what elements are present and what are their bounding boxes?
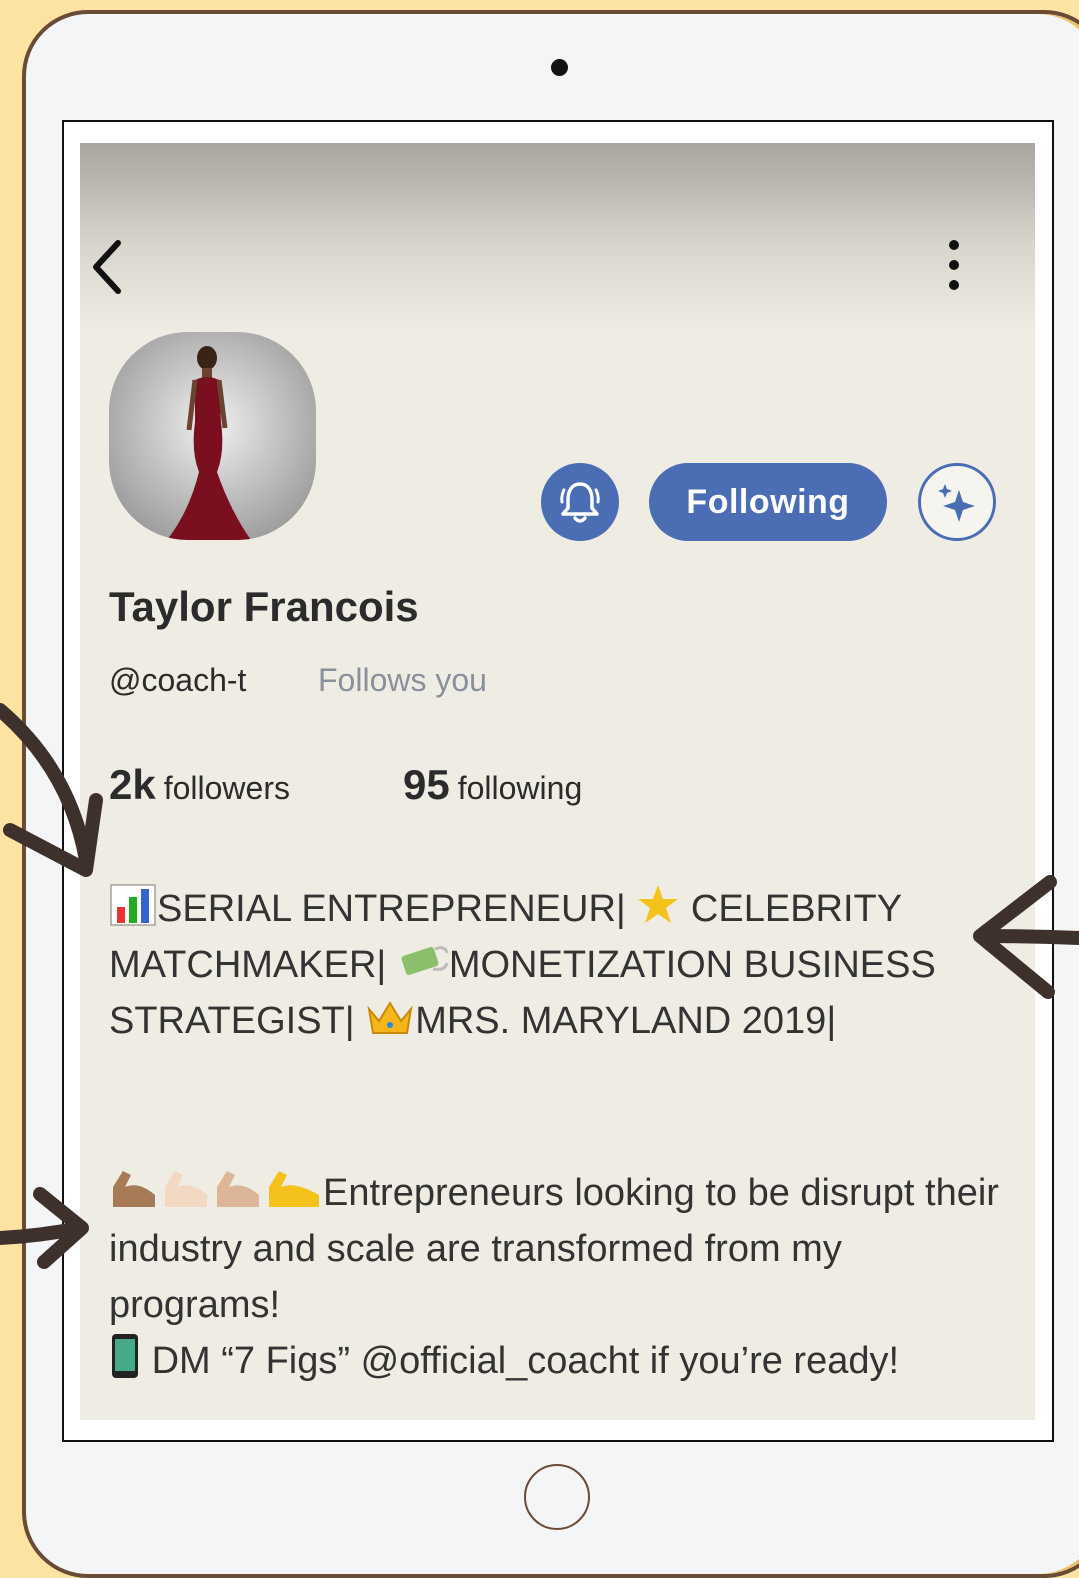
bio-paragraph-2: Entrepreneurs looking to be disrupt thei… — [109, 1165, 1009, 1389]
back-chevron-icon[interactable] — [86, 237, 126, 297]
follows-you-label: Follows you — [318, 662, 487, 698]
ai-sparkle-button[interactable] — [918, 463, 996, 541]
money-emoji — [401, 946, 449, 975]
followers-label: followers — [163, 770, 290, 806]
header-bar — [80, 143, 1035, 333]
crown-emoji — [367, 1001, 413, 1034]
arrow-right — [973, 875, 1079, 999]
home-button[interactable] — [524, 1464, 590, 1530]
bio-dm-text: DM “7 Figs” @official_coacht if you’re r… — [151, 1340, 900, 1382]
following-stat[interactable]: 95 following — [403, 761, 582, 809]
followers-stat[interactable]: 2k followers — [109, 761, 290, 809]
more-vertical-icon[interactable] — [942, 237, 966, 297]
followers-count: 2k — [109, 761, 156, 808]
flexed-biceps-emoji — [113, 1171, 319, 1207]
bio-paragraph-1: SERIAL ENTREPRENEUR| CELEBRITY MATCHMAKE… — [109, 881, 1009, 1049]
star-emoji — [638, 885, 679, 923]
following-count: 95 — [403, 761, 450, 808]
profile-screen: Following Taylor Francois @coach-t Follo… — [80, 143, 1035, 1420]
phone-emoji — [112, 1334, 138, 1378]
profile-name: Taylor Francois — [109, 583, 419, 630]
notification-bell-button[interactable] — [541, 463, 619, 541]
following-button[interactable]: Following — [649, 463, 887, 541]
bell-icon — [560, 482, 600, 523]
arrow-left-bottom — [0, 1187, 89, 1269]
arrow-left-top — [0, 703, 103, 877]
camera-dot — [551, 59, 568, 76]
sparkle-icon — [938, 484, 975, 522]
bar-chart-emoji — [110, 884, 156, 926]
profile-handle[interactable]: @coach-t — [109, 662, 246, 699]
bio-serial-entrepreneur: SERIAL ENTREPRENEUR| — [157, 888, 626, 930]
avatar[interactable] — [109, 332, 316, 540]
bio-mrs-maryland: MRS. MARYLAND 2019| — [415, 1000, 837, 1042]
following-label: following — [457, 770, 583, 806]
